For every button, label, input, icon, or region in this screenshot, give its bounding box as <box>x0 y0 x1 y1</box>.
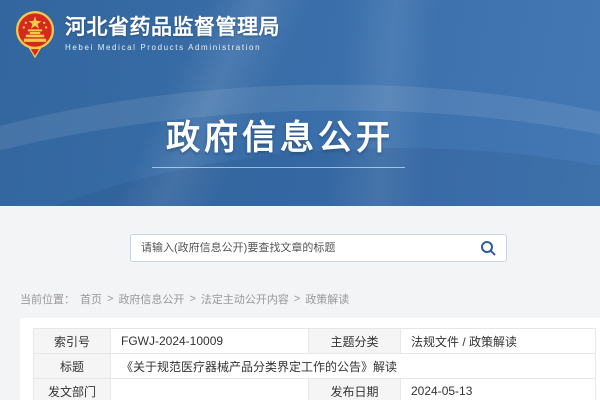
header-banner: 河北省药品监督管理局 Hebei Medical Products Admini… <box>0 0 600 206</box>
search-input[interactable] <box>141 242 478 254</box>
topic-category-label: 主题分类 <box>309 329 401 354</box>
brand-home-link[interactable]: 河北省药品监督管理局 Hebei Medical Products Admini… <box>14 9 280 59</box>
title-label: 标题 <box>34 354 111 379</box>
breadcrumb-separator: > <box>107 293 113 305</box>
publish-date-value: 2024-05-13 <box>401 379 596 400</box>
national-emblem-icon <box>14 9 56 59</box>
topic-category-value: 法规文件 / 政策解读 <box>401 329 596 354</box>
org-name-en: Hebei Medical Products Administration <box>65 43 280 52</box>
breadcrumb-label: 当前位置： <box>20 291 75 307</box>
breadcrumb-item-statutory-disclosure[interactable]: 法定主动公开内容 <box>201 291 289 307</box>
breadcrumb-item-home[interactable]: 首页 <box>80 291 102 307</box>
info-table: 索引号 FGWJ-2024-10009 主题分类 法规文件 / 政策解读 标题 … <box>33 328 596 400</box>
breadcrumb-item-gov-info[interactable]: 政府信息公开 <box>118 291 184 307</box>
table-row: 发文部门 发布日期 2024-05-13 <box>34 379 596 400</box>
brand-names: 河北省药品监督管理局 Hebei Medical Products Admini… <box>65 16 280 52</box>
index-number-value: FGWJ-2024-10009 <box>111 329 309 354</box>
content-panel: 索引号 FGWJ-2024-10009 主题分类 法规文件 / 政策解读 标题 … <box>20 318 600 400</box>
issuing-dept-label: 发文部门 <box>34 379 111 400</box>
title-value: 《关于规范医疗器械产品分类界定工作的公告》解读 <box>111 354 596 379</box>
breadcrumb-separator: > <box>189 293 195 305</box>
issuing-dept-value <box>111 379 309 400</box>
breadcrumb: 当前位置： 首页 > 政府信息公开 > 法定主动公开内容 > 政策解读 <box>20 291 354 307</box>
breadcrumb-separator: > <box>294 293 300 305</box>
page-title: 政府信息公开 <box>0 110 560 159</box>
title-divider <box>152 167 405 168</box>
table-row: 索引号 FGWJ-2024-10009 主题分类 法规文件 / 政策解读 <box>34 329 596 354</box>
search-icon <box>480 240 496 256</box>
page: 河北省药品监督管理局 Hebei Medical Products Admini… <box>0 0 600 400</box>
index-number-label: 索引号 <box>34 329 111 354</box>
search-button[interactable] <box>478 238 498 258</box>
table-row: 标题 《关于规范医疗器械产品分类界定工作的公告》解读 <box>34 354 596 379</box>
search-box <box>130 234 507 262</box>
org-name-cn: 河北省药品监督管理局 <box>65 16 280 40</box>
breadcrumb-item-policy-interpretation: 政策解读 <box>305 291 349 307</box>
publish-date-label: 发布日期 <box>309 379 401 400</box>
